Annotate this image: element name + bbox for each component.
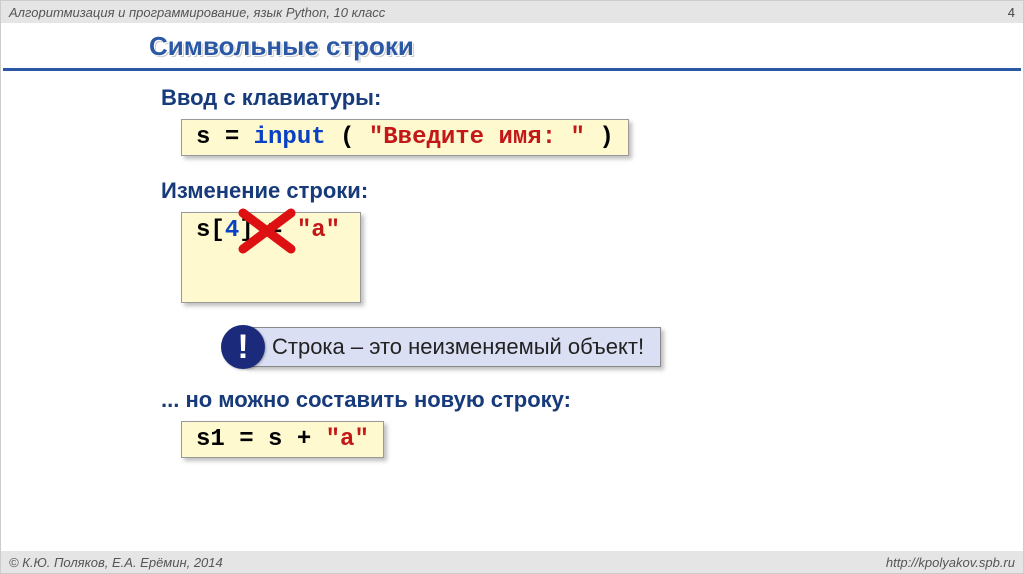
code-input: s = input ( "Введите имя: " ) bbox=[181, 119, 629, 156]
copyright: © К.Ю. Поляков, Е.А. Ерёмин, 2014 bbox=[9, 555, 223, 570]
code-token: ( bbox=[340, 124, 354, 151]
footer-url: http://kpolyakov.spb.ru bbox=[886, 555, 1015, 570]
code-token: s bbox=[196, 124, 210, 151]
slide: Алгоритмизация и программирование, язык … bbox=[0, 0, 1024, 574]
code-string: "a" bbox=[297, 217, 340, 244]
code-token: = bbox=[225, 124, 239, 151]
code-token: [ bbox=[210, 217, 224, 244]
code-token: = bbox=[268, 217, 282, 244]
exclamation-icon: ! bbox=[221, 325, 265, 369]
section3-heading: ... но можно составить новую строку: bbox=[161, 387, 1023, 413]
code-token: s bbox=[268, 426, 282, 453]
code-token: ] bbox=[239, 217, 253, 244]
section1-heading: Ввод с клавиатуры: bbox=[161, 85, 1023, 111]
code-string: "Введите имя: " bbox=[369, 124, 585, 151]
code-newstring: s1 = s + "a" bbox=[181, 421, 384, 458]
code-string: "a" bbox=[326, 426, 369, 453]
callout-text: Строка – это неизменяемый объект! bbox=[245, 327, 661, 367]
code-mutate: s[4] = "a" bbox=[181, 212, 361, 303]
callout: ! Строка – это неизменяемый объект! bbox=[221, 325, 1023, 369]
code-token: s1 bbox=[196, 426, 225, 453]
code-token: ) bbox=[599, 124, 613, 151]
footer-bar: © К.Ю. Поляков, Е.А. Ерёмин, 2014 http:/… bbox=[1, 551, 1023, 573]
header-bar: Алгоритмизация и программирование, язык … bbox=[1, 1, 1023, 23]
code-token: s bbox=[196, 217, 210, 244]
section2-heading: Изменение строки: bbox=[161, 178, 1023, 204]
course-title: Алгоритмизация и программирование, язык … bbox=[9, 5, 385, 20]
code-number: 4 bbox=[225, 217, 239, 244]
slide-title: Символьные строки bbox=[149, 31, 1023, 62]
title-rule bbox=[3, 68, 1021, 71]
code-token: + bbox=[297, 426, 311, 453]
code-token: = bbox=[239, 426, 253, 453]
code-keyword: input bbox=[254, 124, 326, 151]
slide-content: Ввод с клавиатуры: s = input ( "Введите … bbox=[161, 85, 1023, 472]
page-number: 4 bbox=[1008, 5, 1015, 20]
